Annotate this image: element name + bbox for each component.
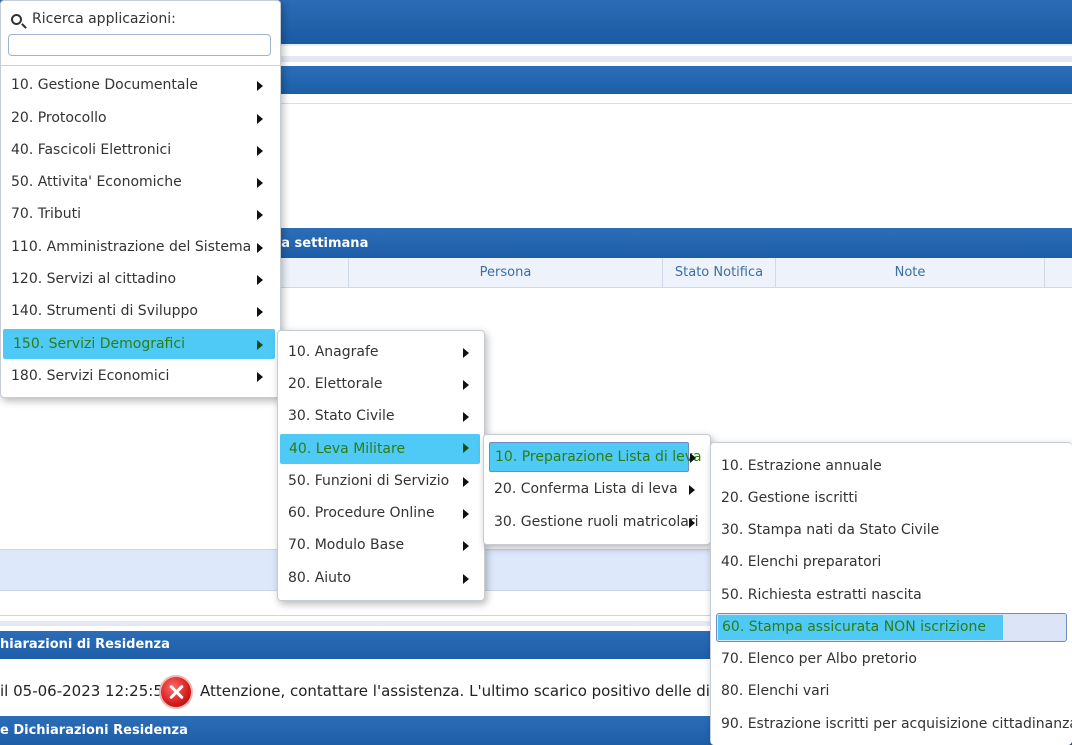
menu-item-elenco-albo[interactable]: 70. Elenco per Albo pretorio: [711, 644, 1071, 674]
chevron-right-icon: [257, 178, 263, 188]
menu-item-label: 20. Gestione iscritti: [721, 490, 858, 506]
menu-item-label: 40. Fascicoli Elettronici: [11, 142, 172, 158]
divider: [1, 65, 280, 66]
menu-item-gestione-iscritti[interactable]: 20. Gestione iscritti: [711, 483, 1071, 513]
chevron-right-icon: [463, 380, 469, 390]
chevron-right-icon: [257, 81, 263, 91]
menu-item-label: 70. Modulo Base: [288, 537, 405, 553]
menu-item-servizi-economici[interactable]: 180. Servizi Economici: [1, 361, 280, 391]
menu-item-label: 50. Attivita' Economiche: [11, 174, 182, 190]
menu-item-label: 180. Servizi Economici: [11, 368, 170, 384]
menu-item-label: 120. Servizi al cittadino: [11, 271, 177, 287]
search-icon: [11, 14, 22, 25]
menu-item-preparazione-lista[interactable]: 10. Preparazione Lista di leva: [489, 442, 702, 472]
menu-item-label: 50. Funzioni di Servizio: [288, 473, 450, 489]
menu-item-stato-civile[interactable]: 30. Stato Civile: [278, 401, 484, 431]
column-header-persona[interactable]: Persona: [348, 258, 662, 288]
menu-item-label: 20. Conferma Lista di leva: [494, 481, 678, 497]
app-menu: Ricerca applicazioni: 10. Gestione Docum…: [0, 0, 281, 398]
chevron-right-icon: [689, 518, 695, 528]
menu-item-funzioni-servizio[interactable]: 50. Funzioni di Servizio: [278, 466, 484, 496]
preparazione-submenu: 10. Estrazione annuale 20. Gestione iscr…: [710, 442, 1072, 745]
menu-item-gestione-ruoli[interactable]: 30. Gestione ruoli matricolari: [484, 507, 710, 537]
chevron-right-icon: [690, 453, 696, 463]
menu-item-label: 60. Procedure Online: [288, 505, 435, 521]
menu-item-label: 30. Stampa nati da Stato Civile: [721, 522, 940, 538]
menu-item-conferma-lista[interactable]: 20. Conferma Lista di leva: [484, 474, 710, 504]
menu-item-procedure-online[interactable]: 60. Procedure Online: [278, 498, 484, 528]
chevron-right-icon: [689, 485, 695, 495]
menu-item-aiuto[interactable]: 80. Aiuto: [278, 563, 484, 593]
menu-item-stampa-nati[interactable]: 30. Stampa nati da Stato Civile: [711, 515, 1071, 545]
menu-item-protocollo[interactable]: 20. Protocollo: [1, 103, 280, 133]
menu-item-label: 110. Amministrazione del Sistema: [11, 239, 252, 255]
menu-item-label: 70. Elenco per Albo pretorio: [721, 651, 917, 667]
menu-item-modulo-base[interactable]: 70. Modulo Base: [278, 530, 484, 560]
menu-item-label: 10. Anagrafe: [288, 344, 379, 360]
message-timestamp: il 05-06-2023 12:25:56: [0, 682, 173, 700]
menu-item-label: 30. Stato Civile: [288, 408, 395, 424]
column-header-note[interactable]: Note: [775, 258, 1044, 288]
menu-item-strumenti-sviluppo[interactable]: 140. Strumenti di Sviluppo: [1, 296, 280, 326]
leva-submenu: 10. Preparazione Lista di leva 20. Confe…: [483, 434, 711, 545]
menu-item-gestione-documentale[interactable]: 10. Gestione Documentale: [1, 70, 280, 100]
menu-item-label: 80. Aiuto: [288, 570, 352, 586]
menu-item-label: 40. Leva Militare: [289, 441, 406, 457]
chevron-right-icon: [257, 146, 263, 156]
error-icon: [159, 675, 193, 709]
menu-item-label: 10. Estrazione annuale: [721, 458, 882, 474]
grid-title: na settimana: [272, 236, 369, 251]
search-label: Ricerca applicazioni:: [32, 11, 176, 27]
menu-item-label: 20. Elettorale: [288, 376, 383, 392]
menu-item-label: 140. Strumenti di Sviluppo: [11, 303, 198, 319]
menu-item-label: 50. Richiesta estratti nascita: [721, 587, 922, 603]
chevron-right-icon: [463, 574, 469, 584]
chevron-right-icon: [463, 443, 469, 453]
menu-item-elenchi-vari[interactable]: 80. Elenchi vari: [711, 676, 1071, 706]
chevron-right-icon: [257, 114, 263, 124]
menu-item-label: 60. Stampa assicurata NON iscrizione: [722, 619, 986, 635]
menu-item-label: 80. Elenchi vari: [721, 683, 830, 699]
menu-item-richiesta-estratti[interactable]: 50. Richiesta estratti nascita: [711, 580, 1071, 610]
menu-item-label: 90. Estrazione iscritti per acquisizione…: [721, 716, 1072, 732]
chevron-right-icon: [257, 340, 263, 350]
message-text: Attenzione, contattare l'assistenza. L'u…: [200, 682, 757, 700]
dichiarazioni-title: hiarazioni di Residenza: [0, 637, 170, 652]
menu-item-elettorale[interactable]: 20. Elettorale: [278, 369, 484, 399]
residenza-title: e Dichiarazioni Residenza: [0, 723, 188, 738]
demografici-submenu: 10. Anagrafe 20. Elettorale 30. Stato Ci…: [277, 330, 485, 601]
chevron-right-icon: [463, 509, 469, 519]
chevron-right-icon: [257, 243, 263, 253]
column-header-stato-notifica[interactable]: Stato Notifica: [662, 258, 775, 288]
menu-item-stampa-assicurata[interactable]: 60. Stampa assicurata NON iscrizione: [716, 613, 1067, 642]
menu-item-estrazione-annuale[interactable]: 10. Estrazione annuale: [711, 451, 1071, 481]
menu-item-estrazione-cittadinanza[interactable]: 90. Estrazione iscritti per acquisizione…: [711, 709, 1072, 739]
chevron-right-icon: [463, 477, 469, 487]
chevron-right-icon: [463, 541, 469, 551]
menu-item-servizi-demografici[interactable]: 150. Servizi Demografici: [3, 329, 275, 359]
menu-item-tributi[interactable]: 70. Tributi: [1, 199, 280, 229]
menu-item-label: 10. Gestione Documentale: [11, 77, 198, 93]
menu-item-servizi-cittadino[interactable]: 120. Servizi al cittadino: [1, 264, 280, 294]
menu-item-anagrafe[interactable]: 10. Anagrafe: [278, 337, 484, 367]
menu-item-attivita-economiche[interactable]: 50. Attivita' Economiche: [1, 167, 280, 197]
search-input[interactable]: [8, 34, 271, 56]
chevron-right-icon: [257, 275, 263, 285]
chevron-right-icon: [463, 348, 469, 358]
menu-item-label: 30. Gestione ruoli matricolari: [494, 514, 699, 530]
column-header-extra: [1044, 258, 1072, 288]
menu-item-label: 20. Protocollo: [11, 110, 107, 126]
menu-item-label: 10. Preparazione Lista di leva: [495, 449, 702, 465]
menu-item-label: 70. Tributi: [11, 206, 81, 222]
menu-item-elenchi-preparatori[interactable]: 40. Elenchi preparatori: [711, 547, 1071, 577]
menu-item-label: 150. Servizi Demografici: [13, 336, 185, 352]
chevron-right-icon: [257, 210, 263, 220]
menu-item-leva-militare[interactable]: 40. Leva Militare: [280, 434, 480, 464]
menu-item-fascicoli-elettronici[interactable]: 40. Fascicoli Elettronici: [1, 135, 280, 165]
menu-item-amministrazione-sistema[interactable]: 110. Amministrazione del Sistema: [1, 232, 280, 262]
menu-item-label: 40. Elenchi preparatori: [721, 554, 882, 570]
chevron-right-icon: [463, 412, 469, 422]
chevron-right-icon: [257, 307, 263, 317]
chevron-right-icon: [257, 372, 263, 382]
